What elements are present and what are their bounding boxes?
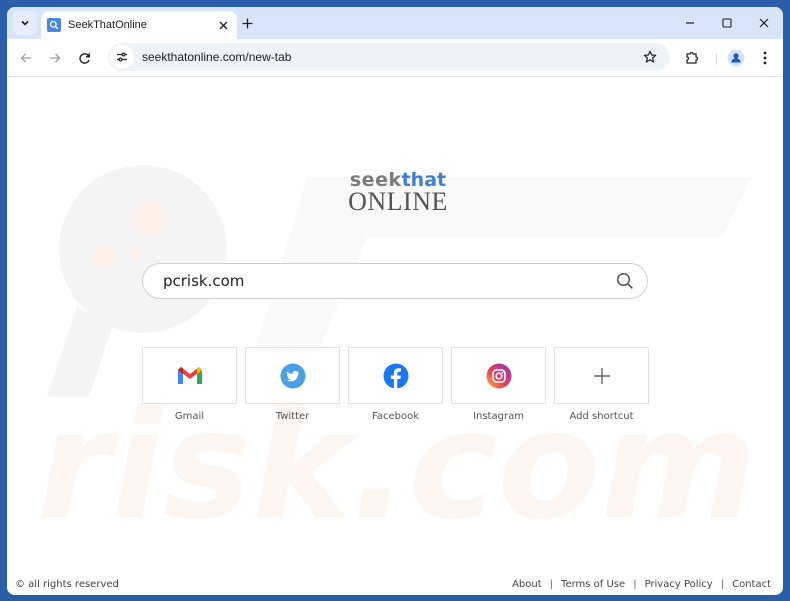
kebab-menu-icon xyxy=(763,51,767,65)
facebook-icon xyxy=(383,363,408,388)
close-icon xyxy=(759,18,769,28)
arrow-right-icon xyxy=(50,53,61,63)
search-button[interactable] xyxy=(613,269,637,293)
close-window-button[interactable] xyxy=(752,13,776,33)
plus-icon xyxy=(242,18,252,28)
shortcut-label: Add shortcut xyxy=(569,411,634,422)
footer-separator: | xyxy=(549,579,554,590)
shortcut-label: Facebook xyxy=(372,411,419,422)
shortcut-facebook[interactable]: Facebook xyxy=(348,347,443,422)
watermark: risk.com xyxy=(37,165,757,553)
footer-link-contact[interactable]: Contact xyxy=(732,579,771,590)
maximize-button[interactable] xyxy=(715,13,739,33)
search-icon xyxy=(49,20,59,30)
shortcut-label: Twitter xyxy=(275,411,310,422)
favicon xyxy=(47,18,61,32)
shortcut-instagram[interactable]: Instagram xyxy=(451,347,546,422)
shortcut-tile[interactable] xyxy=(554,347,649,404)
arrow-left-icon xyxy=(20,53,31,63)
minimize-icon xyxy=(686,22,694,24)
shortcut-label: Instagram xyxy=(473,411,524,422)
toolbar-divider xyxy=(716,53,717,65)
copyright-text: © all rights reserved xyxy=(15,579,119,590)
shortcut-twitter[interactable]: Twitter xyxy=(245,347,340,422)
tab-search-button[interactable] xyxy=(13,11,37,35)
new-tab-button[interactable] xyxy=(239,15,255,31)
shortcut-tile[interactable] xyxy=(142,347,237,404)
search-box xyxy=(142,263,648,299)
footer: © all rights reserved About | Terms of U… xyxy=(7,579,783,595)
page-content: risk.com seekthat ONLINE pcrisk.com Gmai… xyxy=(7,77,783,595)
search-input[interactable] xyxy=(161,271,613,291)
search-icon xyxy=(616,272,633,289)
back-button[interactable] xyxy=(15,47,37,69)
footer-link-privacy[interactable]: Privacy Policy xyxy=(645,579,713,590)
maximize-icon xyxy=(722,18,732,28)
site-logo: seekthat ONLINE xyxy=(348,169,448,216)
gmail-icon xyxy=(177,366,202,384)
browser-window: SeekThatOnline seekthatonline.com/new-ta… xyxy=(7,7,783,595)
tune-icon xyxy=(117,52,127,62)
reload-icon xyxy=(78,52,90,64)
instagram-icon xyxy=(486,363,511,388)
tab-bar: SeekThatOnline xyxy=(7,7,783,39)
shortcut-add[interactable]: Add shortcut xyxy=(554,347,649,422)
toolbar: seekthatonline.com/new-tab xyxy=(7,39,783,77)
chevron-down-icon xyxy=(21,20,29,26)
logo-online: ONLINE xyxy=(348,187,448,216)
bookmark-button[interactable] xyxy=(640,47,660,67)
puzzle-icon xyxy=(686,51,699,64)
plus-icon xyxy=(593,367,610,384)
minimize-button[interactable] xyxy=(678,13,702,33)
browser-menu-button[interactable] xyxy=(754,47,776,69)
address-bar[interactable]: seekthatonline.com/new-tab xyxy=(108,43,670,71)
tab-title: SeekThatOnline xyxy=(68,19,147,31)
tab-active[interactable]: SeekThatOnline xyxy=(41,11,237,39)
shortcut-tile[interactable] xyxy=(245,347,340,404)
shortcut-tile[interactable] xyxy=(451,347,546,404)
tab-close-button[interactable] xyxy=(215,17,231,33)
footer-separator: | xyxy=(633,579,637,590)
shortcut-gmail[interactable]: Gmail xyxy=(142,347,237,422)
site-info-button[interactable] xyxy=(110,45,134,69)
forward-button[interactable] xyxy=(44,47,66,69)
footer-separator: | xyxy=(720,579,725,590)
twitter-icon xyxy=(280,363,305,388)
profile-button[interactable] xyxy=(725,47,747,69)
reload-button[interactable] xyxy=(73,47,95,69)
close-icon xyxy=(219,21,227,29)
shortcuts-grid: Gmail Twitter Facebook Instagram Add sho… xyxy=(142,347,657,422)
footer-links: About | Terms of Use | Privacy Policy | … xyxy=(512,579,771,590)
footer-link-about[interactable]: About xyxy=(512,579,542,590)
star-icon xyxy=(643,50,657,63)
person-icon xyxy=(727,49,745,67)
extensions-button[interactable] xyxy=(681,47,703,69)
footer-link-terms[interactable]: Terms of Use xyxy=(561,579,625,590)
watermark-magnifier-icon xyxy=(59,165,227,333)
url-text[interactable]: seekthatonline.com/new-tab xyxy=(142,50,640,64)
shortcut-label: Gmail xyxy=(174,411,205,422)
shortcut-tile[interactable] xyxy=(348,347,443,404)
